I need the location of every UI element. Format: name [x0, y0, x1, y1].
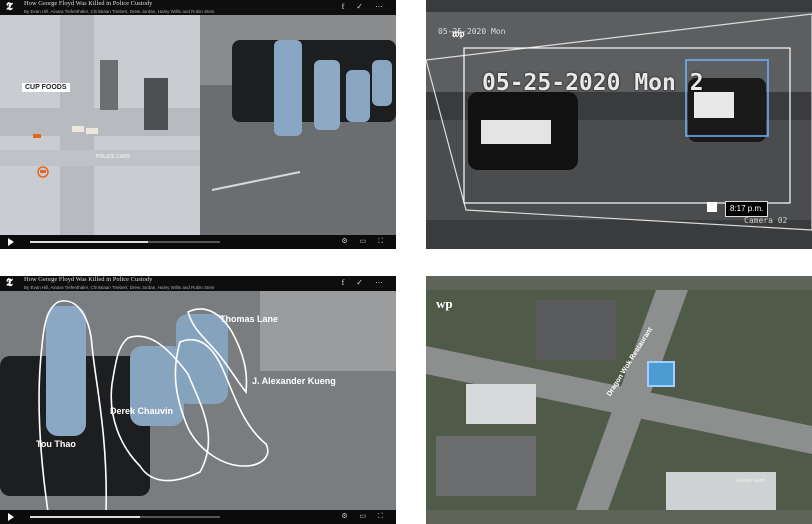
- map-label-police-cars: POLICE CARS: [96, 154, 131, 160]
- video-byline: By Evan Hill, Ainara Tiefenthäler, Chris…: [24, 285, 215, 290]
- player-controls: ⚙ ▭ ⛶: [0, 510, 396, 524]
- nyt-video-player-2[interactable]: 𝕿 How George Floyd Was Killed in Police …: [0, 276, 396, 524]
- wp-aerial-map: wp Dragon Wok Restaurant Google Earth: [426, 276, 812, 524]
- progress-fill: [30, 516, 141, 518]
- video-frame-1: [0, 15, 396, 235]
- aerial-scene: [426, 276, 812, 524]
- wp-surveillance-frame: 𝔴𝔭 05-25-2020 Mon 05-25-2020 Mon 2 8:17 …: [426, 0, 812, 249]
- camera-timestamp-small: 05-25-2020 Mon: [438, 27, 506, 36]
- video-headline: How George Floyd Was Killed in Police Cu…: [24, 276, 153, 283]
- video-title-bar: 𝕿 How George Floyd Was Killed in Police …: [0, 276, 396, 291]
- camera-timestamp-large: 05-25-2020 Mon 2: [482, 70, 704, 96]
- video-headline: How George Floyd Was Killed in Police Cu…: [24, 0, 153, 7]
- nyt-logo: 𝕿: [6, 1, 13, 13]
- video-byline: By Evan Hill, Ainara Tiefenthäler, Chris…: [24, 9, 215, 14]
- play-icon[interactable]: [8, 238, 14, 246]
- officer-name-chauvin: Derek Chauvin: [110, 406, 174, 416]
- map-attribution: Google Earth: [736, 478, 766, 484]
- map-label-cup-foods: CUP FOODS: [22, 83, 70, 92]
- player-settings-icons[interactable]: ⚙ ▭ ⛶: [341, 512, 388, 521]
- video-title-bar: 𝕿 How George Floyd Was Killed in Police …: [0, 0, 396, 15]
- video-frame-2: [0, 291, 396, 513]
- camera-label: Camera 02: [744, 216, 788, 225]
- stop-icon: [707, 202, 717, 212]
- player-controls: ⚙ ▭ ⛶: [0, 235, 396, 249]
- time-badge: 8:17 p.m.: [725, 201, 769, 217]
- wp-logo: wp: [436, 296, 453, 311]
- player-settings-icons[interactable]: ⚙ ▭ ⛶: [341, 237, 388, 246]
- nyt-logo: 𝕿: [6, 277, 13, 289]
- nyt-video-player-1[interactable]: 𝕿 How George Floyd Was Killed in Police …: [0, 0, 396, 249]
- officer-name-kueng: J. Alexander Kueng: [252, 376, 336, 386]
- restaurant-highlight: [647, 361, 675, 387]
- share-icons[interactable]: f ✓ ⋯: [342, 3, 388, 11]
- progress-fill: [30, 241, 148, 243]
- officer-name-thao: Tou Thao: [36, 439, 76, 449]
- share-icons[interactable]: f ✓ ⋯: [342, 279, 388, 287]
- progress-track[interactable]: [30, 241, 220, 243]
- officer-name-lane: Thomas Lane: [220, 314, 279, 324]
- progress-track[interactable]: [30, 516, 220, 518]
- play-icon[interactable]: [8, 513, 14, 521]
